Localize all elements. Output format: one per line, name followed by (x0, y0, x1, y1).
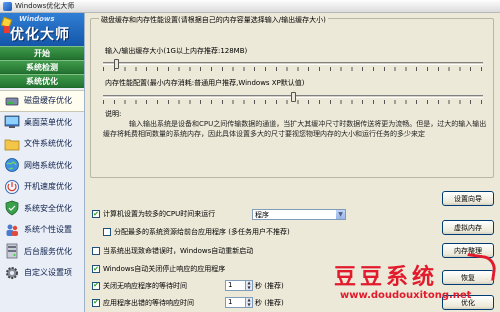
disk-icon (4, 93, 20, 109)
sidebar-item-desktop-menu[interactable]: 桌面菜单优化 (0, 112, 84, 134)
option-label: 计算机设置为较多的CPU时间来运行 (103, 210, 216, 218)
sidebar-item-label: 文件系统优化 (24, 139, 72, 149)
desc-text: 输入输出系统是设备和CPU之间传输数据的通道，当扩大其缓冲尺寸时数据传送将更为流… (103, 120, 487, 138)
sidebar-item-label: 网络系统优化 (24, 160, 72, 170)
desc-title: 说明: (105, 110, 122, 118)
sidebar-nav: 磁盘缓存优化 桌面菜单优化 文件系统优化 网络系统优化 开机速度优化 系统安全优… (0, 90, 84, 284)
option-unit: 秒 (推荐) (255, 298, 284, 307)
virtual-memory-button[interactable]: 虚拟内存 (442, 220, 494, 235)
slider-rail (103, 62, 483, 65)
option-unit: 秒 (推荐) (255, 281, 284, 290)
wizard-button[interactable]: 设置向导 (442, 191, 494, 206)
logo-big-text: 优化大师 (10, 27, 70, 43)
sidebar-item-security[interactable]: 系统安全优化 (0, 198, 84, 220)
option-cpu-time: ✔ 计算机设置为较多的CPU时间来运行 (92, 209, 215, 219)
select-value: 程序 (255, 210, 269, 219)
close-wait-spinner[interactable]: 1 ▲ ▼ (225, 280, 253, 291)
sidebar: Windows 优化大师 开始 系统检测 系统优化 磁盘缓存优化 桌面菜单优化 … (0, 13, 85, 312)
option-error-wait: ✔ 应用程序出错的等待响应时间 1 ▲ ▼ 秒 (推荐) (92, 297, 284, 308)
watermark-text: 豆豆系统 (334, 265, 439, 290)
sidebar-item-label: 桌面菜单优化 (24, 117, 72, 127)
close-wait-checkbox[interactable]: ✔ (92, 281, 100, 290)
users-icon (4, 222, 20, 238)
sidebar-item-custom[interactable]: 自定义设置项 (0, 262, 84, 284)
gear-icon (4, 265, 20, 281)
power-icon (4, 179, 20, 195)
spinner-value: 1 (228, 281, 233, 289)
sidebar-item-label: 开机速度优化 (24, 182, 72, 192)
chevron-down-icon[interactable]: ▼ (336, 210, 345, 219)
sidebar-item-disk-cache[interactable]: 磁盘缓存优化 (0, 90, 84, 112)
auto-restart-checkbox[interactable] (92, 247, 100, 255)
sidebar-item-label: 系统个性设置 (24, 225, 72, 235)
mem-perf-label: 内存性能配置(最小内存消耗:普通用户推荐,Windows XP默认值) (105, 79, 305, 87)
desktop-icon (4, 114, 20, 130)
app-icon (3, 1, 12, 11)
error-wait-spinner[interactable]: 1 ▲ ▼ (225, 297, 253, 308)
window-title: Windows优化大师 (15, 2, 75, 10)
error-wait-checkbox[interactable]: ✔ (92, 298, 100, 307)
spinner-arrows-icon[interactable]: ▲ ▼ (245, 280, 252, 290)
sidebar-item-file-system[interactable]: 文件系统优化 (0, 133, 84, 155)
cpu-time-checkbox[interactable]: ✔ (92, 210, 100, 218)
separate-process-checkbox[interactable] (103, 228, 111, 236)
sidebar-item-network[interactable]: 网络系统优化 (0, 155, 84, 177)
app-logo: Windows 优化大师 (0, 13, 84, 46)
sidebar-item-services[interactable]: 后台服务优化 (0, 241, 84, 263)
slider-ticks (103, 67, 483, 71)
sidebar-item-boot-speed[interactable]: 开机速度优化 (0, 176, 84, 198)
io-cache-slider[interactable] (103, 59, 483, 73)
option-auto-close: ✔ Windows自动关闭停止响应的应用程序 (92, 264, 225, 274)
section-system-optimize[interactable]: 系统优化 (0, 74, 84, 88)
sidebar-item-label: 系统安全优化 (24, 203, 72, 213)
io-cache-label: 输入/输出缓存大小(1G以上内存推荐:128MB) (105, 47, 248, 55)
section-start[interactable]: 开始 (0, 46, 84, 60)
option-label: 关闭无响应程序的等待时间 (103, 281, 187, 290)
folder-icon (4, 136, 20, 152)
sidebar-item-label: 后台服务优化 (24, 246, 72, 256)
logo-small-text: Windows (19, 15, 55, 23)
option-label: 当系统出现致命错误时，Windows自动重新启动 (103, 247, 254, 255)
shield-icon (4, 200, 20, 216)
option-close-wait: ✔ 关闭无响应程序的等待时间 1 ▲ ▼ 秒 (推荐) (92, 280, 284, 291)
auto-close-checkbox[interactable]: ✔ (92, 265, 100, 273)
section-system-check[interactable]: 系统检测 (0, 60, 84, 74)
sidebar-item-personal[interactable]: 系统个性设置 (0, 219, 84, 241)
watermark-url: www.doudouxitong.net (340, 290, 472, 301)
option-label: Windows自动关闭停止响应的应用程序 (103, 265, 226, 273)
spinner-arrows-icon[interactable]: ▲ ▼ (245, 297, 252, 307)
option-label: 分配最多的系统资源给前台应用程序 (多任务用户不推荐) (114, 228, 290, 236)
option-label: 应用程序出错的等待响应时间 (103, 298, 194, 307)
globe-icon (4, 157, 20, 173)
sidebar-item-label: 磁盘缓存优化 (24, 96, 72, 106)
option-separate-process: 分配最多的系统资源给前台应用程序 (多任务用户不推荐) (103, 227, 290, 237)
cpu-time-select[interactable]: 程序 ▼ (252, 209, 346, 220)
io-cache-slider-thumb[interactable] (114, 59, 119, 69)
title-bar: Windows优化大师 (0, 0, 500, 13)
sidebar-item-label: 自定义设置项 (24, 268, 72, 278)
cache-settings-group: 磁盘缓存和内存性能设置(请根据自己的内存容量选择输入/输出缓存大小) 输入/输出… (90, 15, 494, 178)
mem-perf-slider[interactable] (103, 92, 483, 106)
mem-perf-slider-thumb[interactable] (291, 92, 296, 102)
server-icon (4, 243, 20, 259)
group-title: 磁盘缓存和内存性能设置(请根据自己的内存容量选择输入/输出缓存大小) (99, 15, 328, 25)
option-auto-restart: 当系统出现致命错误时，Windows自动重新启动 (92, 246, 253, 256)
spinner-value: 1 (228, 298, 233, 306)
